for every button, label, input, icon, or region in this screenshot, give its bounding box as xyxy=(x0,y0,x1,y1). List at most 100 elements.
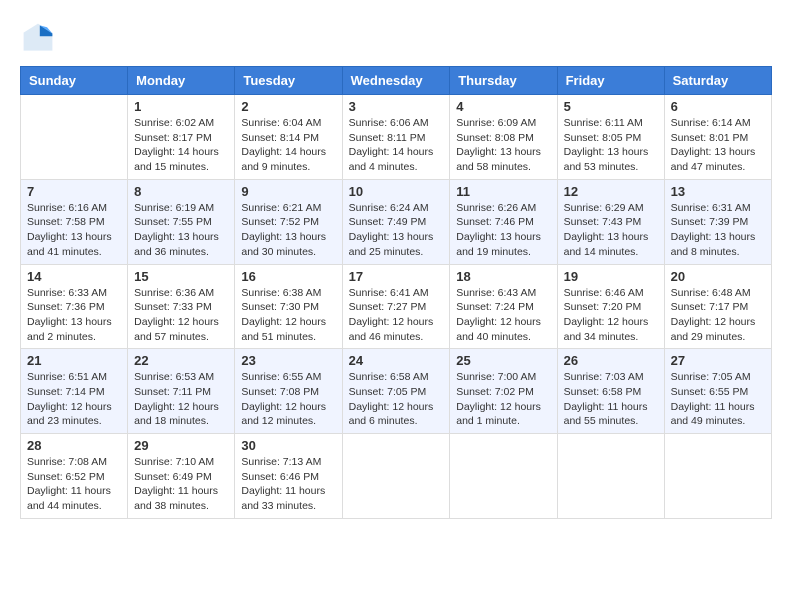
day-number: 12 xyxy=(564,184,658,199)
calendar-cell: 17Sunrise: 6:41 AM Sunset: 7:27 PM Dayli… xyxy=(342,264,450,349)
day-number: 23 xyxy=(241,353,335,368)
calendar-cell: 20 Sunrise: 6:48 AM Sunset: 7:17 PM Dayli… xyxy=(664,264,771,349)
calendar-cell: 7 Sunrise: 6:16 AM Sunset: 7:58 PM Daylig… xyxy=(21,179,128,264)
calendar-cell: 18 Sunrise: 6:43 AM Sunset: 7:24 PM Dayli… xyxy=(450,264,557,349)
calendar-cell: 22Sunrise: 6:53 AM Sunset: 7:11 PM Dayli… xyxy=(128,349,235,434)
day-info: Sunrise: 7:10 AM Sunset: 6:49 PM Dayligh… xyxy=(134,455,228,514)
day-number: 26 xyxy=(564,353,658,368)
day-number: 25 xyxy=(456,353,550,368)
calendar-cell: 25 Sunrise: 7:00 AM Sunset: 7:02 PM Dayli… xyxy=(450,349,557,434)
calendar-table: SundayMondayTuesdayWednesdayThursdayFrid… xyxy=(20,66,772,519)
weekday-header-tuesday: Tuesday xyxy=(235,67,342,95)
calendar-week-row: 1 Sunrise: 6:02 AM Sunset: 8:17 PM Daylig… xyxy=(21,95,772,180)
day-number: 7 xyxy=(27,184,121,199)
calendar-cell: 1 Sunrise: 6:02 AM Sunset: 8:17 PM Daylig… xyxy=(128,95,235,180)
day-number: 28 xyxy=(27,438,121,453)
weekday-header-sunday: Sunday xyxy=(21,67,128,95)
weekday-header-row: SundayMondayTuesdayWednesdayThursdayFrid… xyxy=(21,67,772,95)
day-number: 16 xyxy=(241,269,335,284)
calendar-cell: 4 Sunrise: 6:09 AM Sunset: 8:08 PM Daylig… xyxy=(450,95,557,180)
day-number: 8 xyxy=(134,184,228,199)
day-number: 3 xyxy=(349,99,444,114)
day-info: Sunrise: 6:29 AM Sunset: 7:43 PM Dayligh… xyxy=(564,201,658,260)
page-header xyxy=(20,20,772,56)
day-info: Sunrise: 7:05 AM Sunset: 6:55 PM Dayligh… xyxy=(671,370,765,429)
day-number: 10 xyxy=(349,184,444,199)
day-number: 9 xyxy=(241,184,335,199)
day-info: Sunrise: 6:48 AM Sunset: 7:17 PM Dayligh… xyxy=(671,286,765,345)
weekday-header-saturday: Saturday xyxy=(664,67,771,95)
calendar-week-row: 14 Sunrise: 6:33 AM Sunset: 7:36 PM Dayli… xyxy=(21,264,772,349)
day-number: 24 xyxy=(349,353,444,368)
day-number: 6 xyxy=(671,99,765,114)
calendar-cell: 24 Sunrise: 6:58 AM Sunset: 7:05 PM Dayli… xyxy=(342,349,450,434)
day-info: Sunrise: 6:51 AM Sunset: 7:14 PM Dayligh… xyxy=(27,370,121,429)
logo xyxy=(20,20,60,56)
day-number: 30 xyxy=(241,438,335,453)
day-number: 29 xyxy=(134,438,228,453)
day-info: Sunrise: 6:19 AM Sunset: 7:55 PM Dayligh… xyxy=(134,201,228,260)
day-info: Sunrise: 7:00 AM Sunset: 7:02 PM Dayligh… xyxy=(456,370,550,429)
day-number: 4 xyxy=(456,99,550,114)
calendar-cell xyxy=(557,434,664,519)
day-info: Sunrise: 7:13 AM Sunset: 6:46 PM Dayligh… xyxy=(241,455,335,514)
day-number: 14 xyxy=(27,269,121,284)
calendar-cell: 10Sunrise: 6:24 AM Sunset: 7:49 PM Dayli… xyxy=(342,179,450,264)
day-info: Sunrise: 6:02 AM Sunset: 8:17 PM Dayligh… xyxy=(134,116,228,175)
calendar-cell: 5Sunrise: 6:11 AM Sunset: 8:05 PM Daylig… xyxy=(557,95,664,180)
calendar-cell: 27 Sunrise: 7:05 AM Sunset: 6:55 PM Dayli… xyxy=(664,349,771,434)
day-number: 21 xyxy=(27,353,121,368)
calendar-week-row: 28 Sunrise: 7:08 AM Sunset: 6:52 PM Dayli… xyxy=(21,434,772,519)
day-info: Sunrise: 6:38 AM Sunset: 7:30 PM Dayligh… xyxy=(241,286,335,345)
calendar-cell: 2Sunrise: 6:04 AM Sunset: 8:14 PM Daylig… xyxy=(235,95,342,180)
day-number: 5 xyxy=(564,99,658,114)
day-number: 11 xyxy=(456,184,550,199)
day-number: 2 xyxy=(241,99,335,114)
calendar-cell: 9 Sunrise: 6:21 AM Sunset: 7:52 PM Daylig… xyxy=(235,179,342,264)
day-info: Sunrise: 6:33 AM Sunset: 7:36 PM Dayligh… xyxy=(27,286,121,345)
calendar-cell: 12 Sunrise: 6:29 AM Sunset: 7:43 PM Dayli… xyxy=(557,179,664,264)
calendar-cell xyxy=(664,434,771,519)
calendar-cell: 6 Sunrise: 6:14 AM Sunset: 8:01 PM Daylig… xyxy=(664,95,771,180)
calendar-cell: 8 Sunrise: 6:19 AM Sunset: 7:55 PM Daylig… xyxy=(128,179,235,264)
day-number: 19 xyxy=(564,269,658,284)
calendar-cell: 16 Sunrise: 6:38 AM Sunset: 7:30 PM Dayli… xyxy=(235,264,342,349)
day-info: Sunrise: 6:36 AM Sunset: 7:33 PM Dayligh… xyxy=(134,286,228,345)
day-info: Sunrise: 6:55 AM Sunset: 7:08 PM Dayligh… xyxy=(241,370,335,429)
day-info: Sunrise: 6:46 AM Sunset: 7:20 PM Dayligh… xyxy=(564,286,658,345)
calendar-cell: 11 Sunrise: 6:26 AM Sunset: 7:46 PM Dayli… xyxy=(450,179,557,264)
day-info: Sunrise: 6:43 AM Sunset: 7:24 PM Dayligh… xyxy=(456,286,550,345)
day-info: Sunrise: 7:08 AM Sunset: 6:52 PM Dayligh… xyxy=(27,455,121,514)
day-info: Sunrise: 6:26 AM Sunset: 7:46 PM Dayligh… xyxy=(456,201,550,260)
calendar-cell: 3 Sunrise: 6:06 AM Sunset: 8:11 PM Daylig… xyxy=(342,95,450,180)
day-info: Sunrise: 6:06 AM Sunset: 8:11 PM Dayligh… xyxy=(349,116,444,175)
weekday-header-friday: Friday xyxy=(557,67,664,95)
day-number: 15 xyxy=(134,269,228,284)
calendar-week-row: 21 Sunrise: 6:51 AM Sunset: 7:14 PM Dayli… xyxy=(21,349,772,434)
calendar-cell: 14 Sunrise: 6:33 AM Sunset: 7:36 PM Dayli… xyxy=(21,264,128,349)
day-info: Sunrise: 6:31 AM Sunset: 7:39 PM Dayligh… xyxy=(671,201,765,260)
day-number: 27 xyxy=(671,353,765,368)
calendar-cell xyxy=(342,434,450,519)
day-info: Sunrise: 6:09 AM Sunset: 8:08 PM Dayligh… xyxy=(456,116,550,175)
day-info: Sunrise: 6:14 AM Sunset: 8:01 PM Dayligh… xyxy=(671,116,765,175)
calendar-cell: 26Sunrise: 7:03 AM Sunset: 6:58 PM Dayli… xyxy=(557,349,664,434)
day-number: 1 xyxy=(134,99,228,114)
weekday-header-thursday: Thursday xyxy=(450,67,557,95)
day-info: Sunrise: 6:16 AM Sunset: 7:58 PM Dayligh… xyxy=(27,201,121,260)
day-number: 22 xyxy=(134,353,228,368)
calendar-week-row: 7 Sunrise: 6:16 AM Sunset: 7:58 PM Daylig… xyxy=(21,179,772,264)
weekday-header-wednesday: Wednesday xyxy=(342,67,450,95)
calendar-cell: 29 Sunrise: 7:10 AM Sunset: 6:49 PM Dayli… xyxy=(128,434,235,519)
calendar-cell: 21 Sunrise: 6:51 AM Sunset: 7:14 PM Dayli… xyxy=(21,349,128,434)
logo-icon xyxy=(20,20,56,56)
day-number: 13 xyxy=(671,184,765,199)
day-info: Sunrise: 6:58 AM Sunset: 7:05 PM Dayligh… xyxy=(349,370,444,429)
day-info: Sunrise: 6:21 AM Sunset: 7:52 PM Dayligh… xyxy=(241,201,335,260)
day-number: 20 xyxy=(671,269,765,284)
calendar-cell: 19 Sunrise: 6:46 AM Sunset: 7:20 PM Dayli… xyxy=(557,264,664,349)
day-number: 18 xyxy=(456,269,550,284)
calendar-cell: 28 Sunrise: 7:08 AM Sunset: 6:52 PM Dayli… xyxy=(21,434,128,519)
calendar-cell xyxy=(21,95,128,180)
calendar-cell xyxy=(450,434,557,519)
